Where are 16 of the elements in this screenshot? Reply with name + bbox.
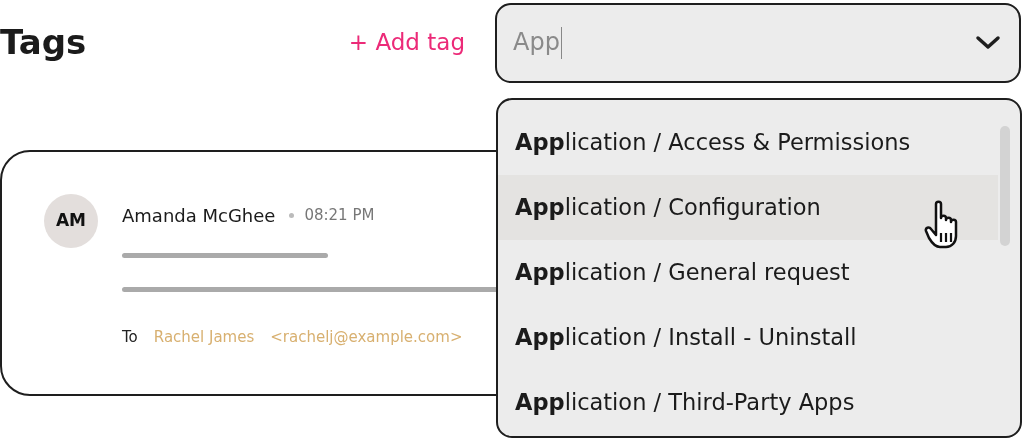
dropdown-option[interactable]: Application / Third-Party Apps	[498, 370, 998, 435]
message-time: 08:21 PM	[304, 205, 375, 227]
chevron-down-icon[interactable]	[975, 35, 1001, 51]
to-label: To	[122, 327, 138, 348]
recipient-email: <rachelj@example.com>	[270, 327, 463, 348]
add-tag-link[interactable]: + Add tag	[348, 24, 465, 60]
recipient-name: Rachel James	[153, 327, 255, 348]
sender-name: Amanda McGhee	[122, 204, 276, 228]
separator-dot	[289, 213, 295, 218]
page-title: Tags	[0, 25, 87, 59]
dropdown-option[interactable]: Application / Configuration	[498, 175, 998, 240]
dropdown-option[interactable]: Application / Access & Permissions	[498, 110, 998, 175]
dropdown-option[interactable]: Application / General request	[498, 240, 998, 305]
avatar: AM	[44, 194, 98, 248]
scrollbar[interactable]	[1000, 126, 1010, 246]
dropdown-option[interactable]: Application / Install - Uninstall	[498, 305, 998, 370]
